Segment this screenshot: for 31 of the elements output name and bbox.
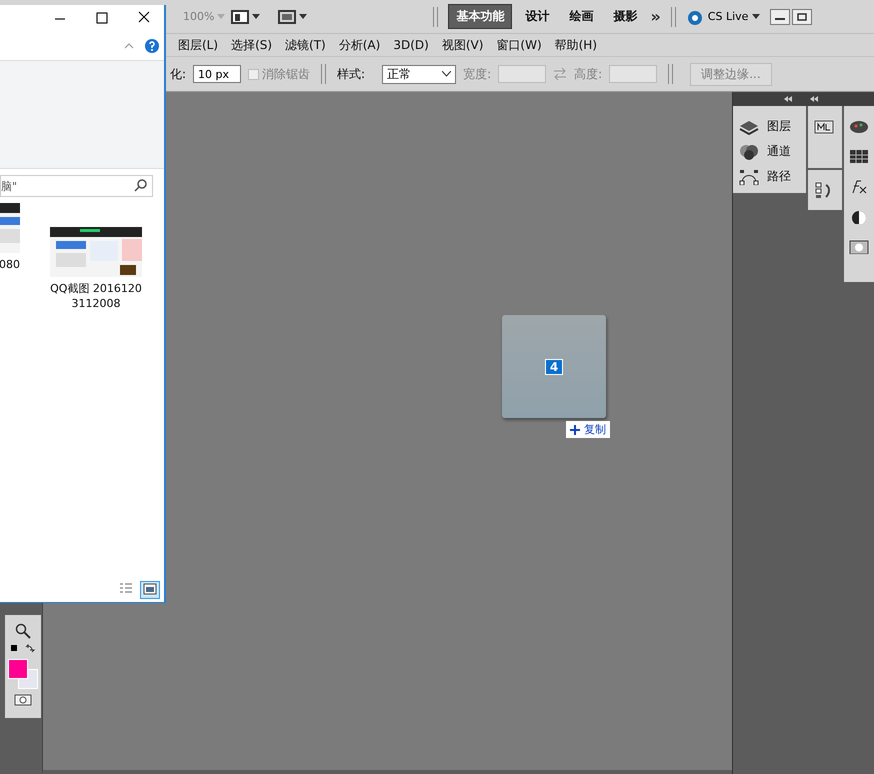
feather-label: 化: [170,66,186,82]
workspace-button[interactable]: 摄影 [606,5,644,28]
menu-item[interactable]: 选择(S) [231,36,272,54]
menu-item[interactable]: 滤镜(T) [285,36,326,54]
file-name: QQ截图 20161203112008 [49,281,143,312]
file-item[interactable]: QQ截图 20161203112008 [48,227,144,312]
menu-item[interactable]: 帮助(H) [554,36,598,54]
file-item[interactable]: 080 [0,203,20,272]
width-label: 宽度: [463,66,492,82]
count-badge: 4 [544,358,564,374]
workspace-button[interactable]: 绘画 [562,5,600,28]
cs-live-button[interactable]: CS Live [686,8,760,24]
panel-tab[interactable]: 图层 [739,118,800,135]
style-select[interactable]: 正常 [382,64,456,84]
panel-tab[interactable]: 路径 [739,168,800,185]
more-workspaces[interactable]: » [650,7,661,26]
height-label: 高度: [574,66,602,82]
workspace-button[interactable]: 设计 [518,5,556,28]
workspace-button[interactable]: 基本功能 [448,4,512,29]
search-field[interactable]: 脑" [0,175,153,197]
style-label: 样式: [337,66,366,82]
menu-item[interactable]: 图层(L) [178,36,218,54]
menu-item[interactable]: 视图(V) [442,36,484,54]
feather-field[interactable]: 10 px [193,65,242,83]
antialias-label: 消除锯齿 [262,66,310,82]
panel-tab[interactable]: 通道 [739,143,800,160]
menu-item[interactable]: 3D(D) [393,38,429,52]
menu-item[interactable]: 分析(A) [338,36,380,54]
file-name: 080 [0,257,20,272]
copy-label: 复制 [584,422,606,437]
menu-item[interactable]: 窗口(W) [496,36,542,54]
